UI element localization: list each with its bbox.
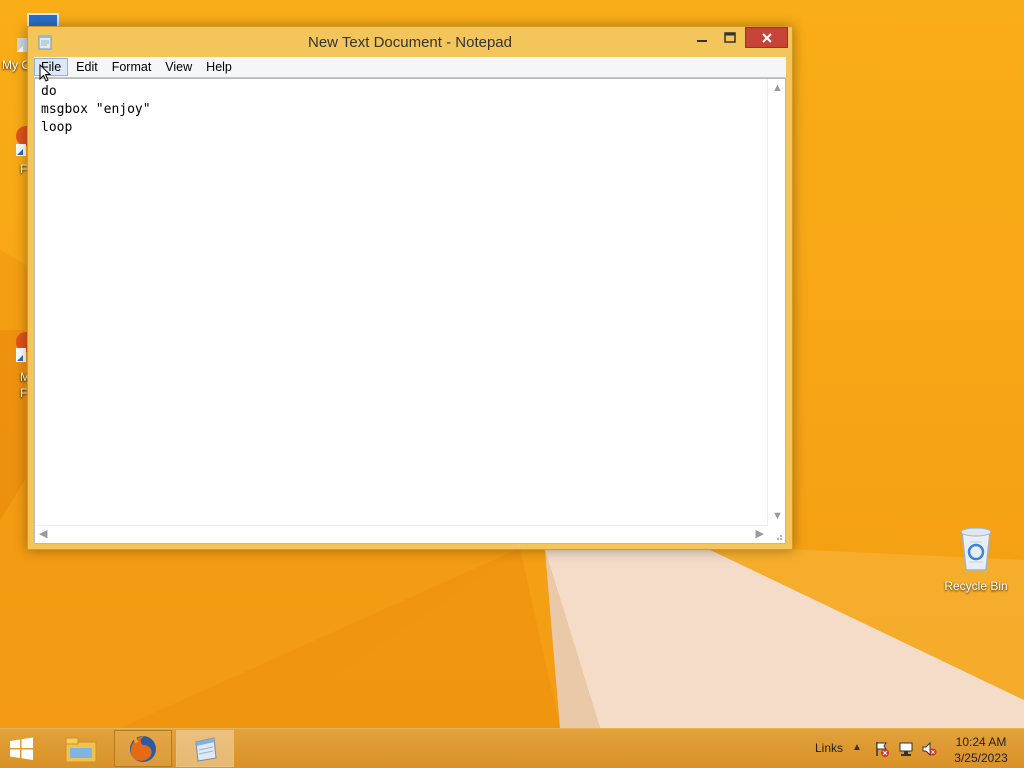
notepad-window[interactable]: New Text Document - Notepad File Edit Fo… [27,26,793,550]
recycle-bin-icon [960,527,992,571]
windows-logo-icon [10,737,33,760]
close-icon [761,32,772,43]
resize-grip[interactable] [768,526,785,543]
taskbar-notepad[interactable] [176,730,234,767]
scroll-left-arrow-icon[interactable]: ◀ [39,529,47,540]
editor-line: do [41,84,57,99]
horizontal-scrollbar[interactable]: ◀ ▶ [35,525,768,543]
resize-grip-icon [777,535,782,540]
maximize-icon [724,32,736,43]
firefox-icon [130,735,156,762]
scroll-down-arrow-icon[interactable]: ▼ [772,511,783,522]
scroll-up-arrow-icon[interactable]: ▲ [772,83,783,94]
system-clock[interactable]: 10:24 AM 3/25/2023 [946,734,1016,766]
editor-line: loop [41,120,73,135]
desktop-icon-label: My C [2,58,30,72]
links-toolbar[interactable]: Links [815,741,843,755]
menu-edit[interactable]: Edit [70,58,104,76]
menu-help[interactable]: Help [200,58,238,76]
minimize-icon [697,39,707,42]
action-center-flag-icon[interactable] [874,741,890,757]
show-hidden-icons-icon[interactable]: ▲ [852,742,862,753]
clock-date: 3/25/2023 [954,751,1008,765]
title-bar[interactable]: New Text Document - Notepad [28,27,792,57]
clock-time: 10:24 AM [955,735,1007,749]
notepad-icon [195,736,217,762]
menu-format[interactable]: Format [106,58,158,76]
start-button[interactable] [6,735,40,763]
scroll-right-arrow-icon[interactable]: ▶ [756,529,764,540]
text-editor[interactable]: do msgbox "enjoy" loop ▲ ▼ ◀ ▶ [34,78,786,544]
desktop-icon-recycle-bin[interactable]: Recycle Bin [940,524,1012,593]
menu-bar: File Edit Format View Help [34,57,786,77]
taskbar-firefox[interactable] [114,730,172,767]
network-icon[interactable] [898,741,914,757]
window-title: New Text Document - Notepad [308,34,512,51]
maximize-button[interactable] [716,27,744,48]
taskbar-file-explorer[interactable] [52,730,110,767]
mouse-cursor-icon [39,64,52,82]
vertical-scrollbar[interactable]: ▲ ▼ [767,79,785,526]
file-explorer-icon [65,737,97,762]
minimize-button[interactable] [688,27,716,48]
volume-muted-icon[interactable] [921,741,937,757]
close-button[interactable] [745,27,788,48]
menu-view[interactable]: View [159,58,198,76]
editor-line: msgbox "enjoy" [41,102,151,117]
editor-text-area[interactable]: do msgbox "enjoy" loop [41,83,765,523]
taskbar: Links ▲ 10:24 AM 3/25/2023 [0,728,1024,768]
recycle-bin-label: Recycle Bin [944,579,1008,593]
